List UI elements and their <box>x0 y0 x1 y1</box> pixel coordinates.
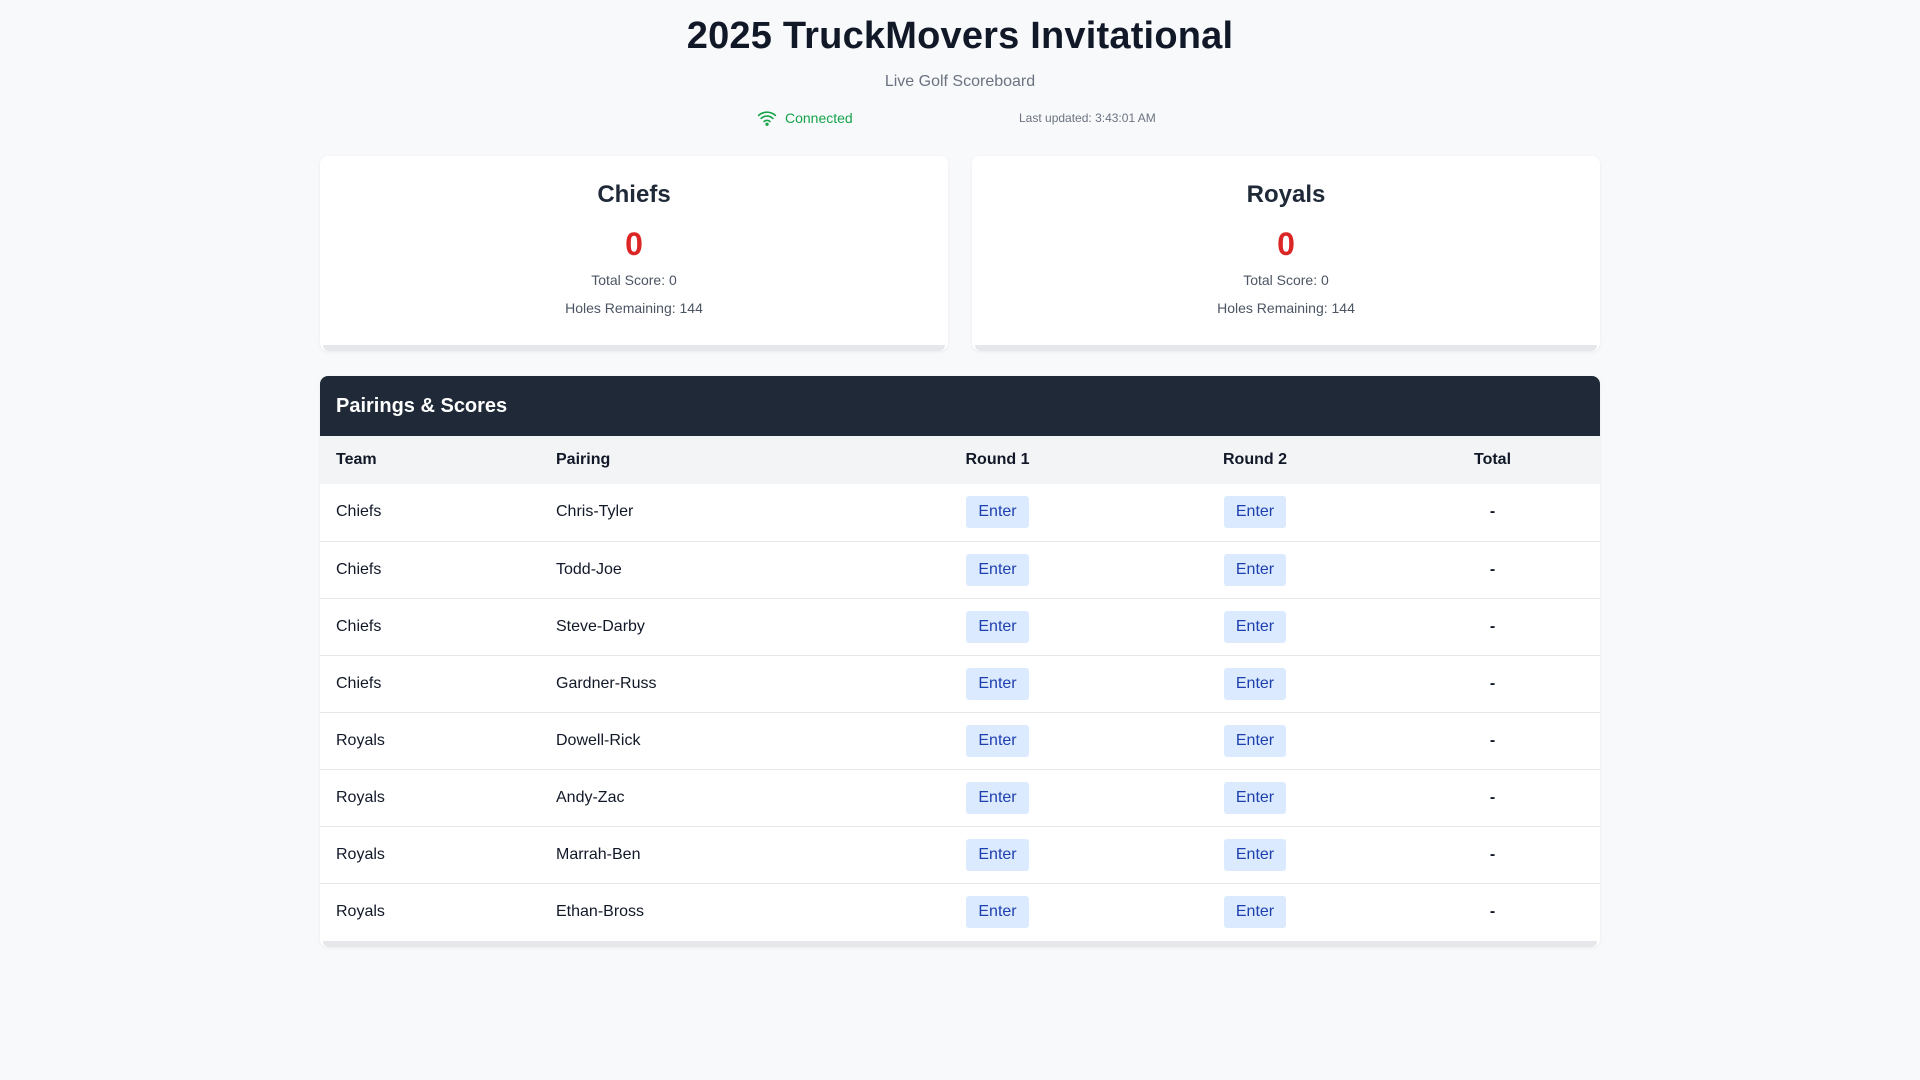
round-1-cell: Enter <box>870 769 1125 826</box>
round-1-cell: Enter <box>870 541 1125 598</box>
round-2-cell: Enter <box>1125 541 1385 598</box>
table-row: Royals Dowell-Rick Enter Enter - <box>320 712 1600 769</box>
row-total: - <box>1489 674 1496 692</box>
round-1-enter-button[interactable]: Enter <box>966 838 1029 871</box>
round-2-cell: Enter <box>1125 769 1385 826</box>
pairings-panel-title: Pairings & Scores <box>336 395 508 417</box>
round-2-enter-button[interactable]: Enter <box>1223 838 1287 871</box>
round-2-enter-button[interactable]: Enter <box>1223 781 1287 814</box>
table-row: Royals Marrah-Ben Enter Enter - <box>320 826 1600 883</box>
round-2-cell: Enter <box>1125 484 1385 541</box>
round-2-cell: Enter <box>1125 883 1385 940</box>
table-row: Chiefs Chris-Tyler Enter Enter - <box>320 484 1600 541</box>
column-header-pairing: Pairing <box>556 451 611 468</box>
row-pairing: Dowell-Rick <box>556 731 641 749</box>
row-total: - <box>1489 788 1496 806</box>
page-subtitle: Live Golf Scoreboard <box>884 73 1036 90</box>
row-team: Royals <box>336 731 385 749</box>
row-pairing: Andy-Zac <box>556 788 625 806</box>
round-1-enter-button[interactable]: Enter <box>966 553 1029 586</box>
row-pairing: Todd-Joe <box>556 560 622 578</box>
status-row: Connected Last updated: 3:43:01 AM <box>0 106 1920 130</box>
round-1-enter-button[interactable]: Enter <box>966 667 1029 700</box>
column-header-team: Team <box>336 451 377 468</box>
row-team: Chiefs <box>336 503 382 521</box>
row-total: - <box>1489 902 1496 920</box>
table-row: Royals Ethan-Bross Enter Enter - <box>320 883 1600 940</box>
row-team: Royals <box>336 845 385 863</box>
team-total-score: Total Score: 0 <box>591 272 677 288</box>
table-header-row: Team Pairing Round 1 Round 2 Total <box>320 436 1600 484</box>
table-row: Chiefs Steve-Darby Enter Enter - <box>320 598 1600 655</box>
round-2-enter-button[interactable]: Enter <box>1223 610 1287 643</box>
round-1-enter-button[interactable]: Enter <box>966 610 1029 643</box>
round-1-enter-button[interactable]: Enter <box>966 496 1029 529</box>
table-row: Chiefs Gardner-Russ Enter Enter - <box>320 655 1600 712</box>
pairings-table: Team Pairing Round 1 Round 2 Total Chief… <box>320 436 1600 940</box>
scoreboard-page: 2025 TruckMovers Invitational Live Golf … <box>0 0 1920 1080</box>
round-1-cell: Enter <box>870 484 1125 541</box>
team-points: 0 <box>1277 226 1295 262</box>
row-total: - <box>1489 731 1496 749</box>
row-total: - <box>1489 503 1496 521</box>
table-scrollbar <box>323 941 1597 947</box>
round-2-cell: Enter <box>1125 826 1385 883</box>
round-1-enter-button[interactable]: Enter <box>966 895 1029 928</box>
team-card-chiefs: Chiefs 0 Total Score: 0 Holes Remaining:… <box>320 156 948 351</box>
connection-label: Connected <box>785 110 853 126</box>
round-1-enter-button[interactable]: Enter <box>966 781 1029 814</box>
team-holes-remaining: Holes Remaining: 144 <box>1217 300 1355 316</box>
row-pairing: Marrah-Ben <box>556 845 641 863</box>
pairings-panel-header: Pairings & Scores <box>320 376 1600 436</box>
team-card-royals: Royals 0 Total Score: 0 Holes Remaining:… <box>972 156 1600 351</box>
card-scrollbar <box>323 345 945 351</box>
round-1-cell: Enter <box>870 883 1125 940</box>
row-team: Royals <box>336 788 385 806</box>
round-2-enter-button[interactable]: Enter <box>1223 496 1287 529</box>
row-total: - <box>1489 560 1496 578</box>
pairings-panel: Pairings & Scores Team Pairing Round 1 R… <box>320 376 1600 947</box>
row-team: Chiefs <box>336 617 382 635</box>
round-2-enter-button[interactable]: Enter <box>1223 667 1287 700</box>
team-points: 0 <box>625 226 643 262</box>
row-team: Chiefs <box>336 674 382 692</box>
row-pairing: Chris-Tyler <box>556 503 634 521</box>
row-team: Chiefs <box>336 560 382 578</box>
table-row: Royals Andy-Zac Enter Enter - <box>320 769 1600 826</box>
round-2-enter-button[interactable]: Enter <box>1223 895 1287 928</box>
round-2-enter-button[interactable]: Enter <box>1223 553 1287 586</box>
row-total: - <box>1489 617 1496 635</box>
round-1-cell: Enter <box>870 655 1125 712</box>
round-1-cell: Enter <box>870 826 1125 883</box>
row-total: - <box>1489 845 1496 863</box>
round-1-cell: Enter <box>870 712 1125 769</box>
round-2-cell: Enter <box>1125 655 1385 712</box>
team-summary-cards: Chiefs 0 Total Score: 0 Holes Remaining:… <box>320 156 1600 351</box>
card-scrollbar <box>975 345 1597 351</box>
round-1-enter-button[interactable]: Enter <box>966 724 1029 757</box>
round-2-cell: Enter <box>1125 712 1385 769</box>
wifi-icon <box>757 111 777 126</box>
team-total-score: Total Score: 0 <box>1243 272 1329 288</box>
team-name: Chiefs <box>597 181 671 208</box>
column-header-total: Total <box>1473 451 1512 468</box>
column-header-round-1: Round 1 <box>965 451 1030 468</box>
table-row: Chiefs Todd-Joe Enter Enter - <box>320 541 1600 598</box>
row-pairing: Gardner-Russ <box>556 674 657 692</box>
last-updated: Last updated: 3:43:01 AM <box>1019 106 1156 130</box>
team-name: Royals <box>1246 181 1326 208</box>
last-updated-time: 3:43:01 AM <box>1095 111 1156 125</box>
round-1-cell: Enter <box>870 598 1125 655</box>
row-pairing: Steve-Darby <box>556 617 645 635</box>
page-title: 2025 TruckMovers Invitational <box>686 15 1234 57</box>
team-holes-remaining: Holes Remaining: 144 <box>565 300 703 316</box>
connection-status: Connected <box>757 106 853 130</box>
column-header-round-2: Round 2 <box>1223 451 1287 468</box>
last-updated-label: Last updated: <box>1019 111 1092 125</box>
round-2-enter-button[interactable]: Enter <box>1223 724 1287 757</box>
row-team: Royals <box>336 902 385 920</box>
page-header: 2025 TruckMovers Invitational Live Golf … <box>0 0 1920 130</box>
round-2-cell: Enter <box>1125 598 1385 655</box>
row-pairing: Ethan-Bross <box>556 902 645 920</box>
